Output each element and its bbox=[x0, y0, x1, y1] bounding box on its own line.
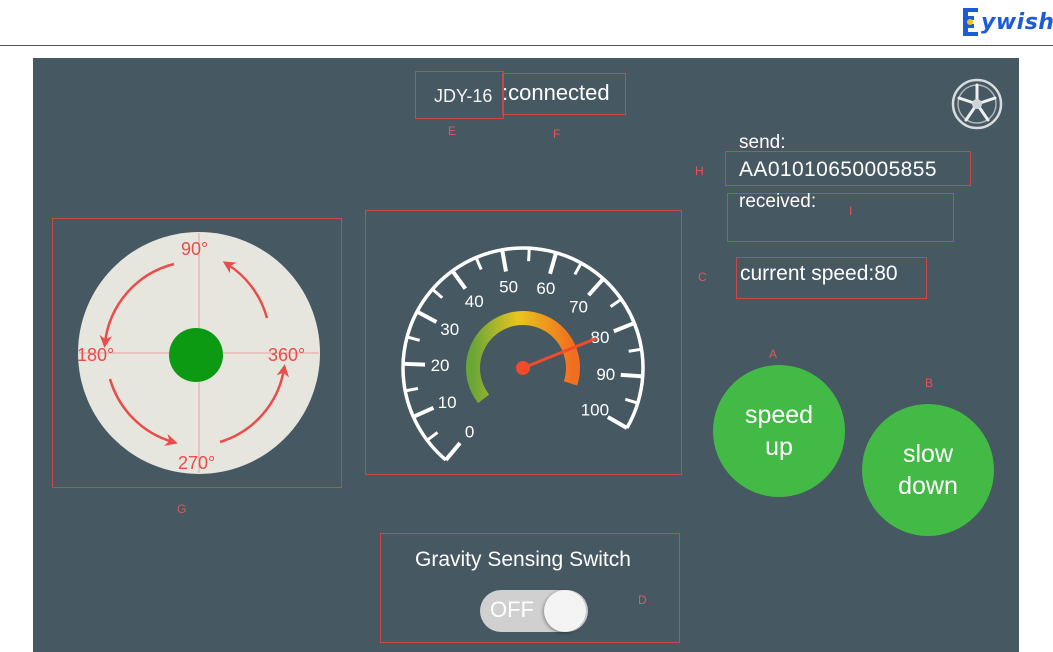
major-tick bbox=[416, 309, 438, 324]
speed-up-label-line2: up bbox=[765, 433, 793, 461]
label-360: 360° bbox=[268, 345, 305, 365]
minor-tick bbox=[404, 386, 419, 393]
speed-tick-label: 40 bbox=[465, 292, 484, 311]
speed-outer-arc bbox=[401, 246, 645, 462]
marker-f: F bbox=[553, 127, 561, 141]
speed-tick-label: 50 bbox=[499, 277, 518, 296]
label-90: 90° bbox=[181, 239, 208, 259]
speed-tick-label: 100 bbox=[581, 401, 609, 420]
connection-status: :connected bbox=[502, 80, 610, 105]
received-label: received: bbox=[739, 191, 817, 212]
speed-tick-labels: 0 10 20 30 40 50 60 7080 90 100 bbox=[431, 277, 616, 441]
major-tick bbox=[620, 372, 643, 379]
label-270: 270° bbox=[178, 453, 215, 473]
speed-tick-label: 30 bbox=[440, 320, 459, 339]
speed-tick-label: 20 bbox=[431, 356, 450, 375]
major-tick bbox=[613, 321, 636, 334]
speed-up-button[interactable]: speed up bbox=[713, 365, 845, 497]
marker-a: A bbox=[769, 347, 778, 361]
logo-text: ywish bbox=[981, 9, 1053, 35]
major-tick bbox=[450, 269, 468, 290]
direction-pad[interactable]: 90° 180° 360° 270° bbox=[77, 231, 321, 475]
minor-tick bbox=[527, 248, 531, 262]
speed-color-arc bbox=[466, 311, 580, 404]
major-tick bbox=[412, 406, 435, 419]
slow-down-button[interactable]: slow down bbox=[862, 404, 994, 536]
app-screen: JDY-16 :connected E F send: AA0101065000… bbox=[33, 58, 1019, 652]
major-tick bbox=[403, 361, 426, 367]
label-180: 180° bbox=[77, 345, 114, 365]
gear-logo-icon bbox=[963, 8, 978, 36]
speed-tick-label: 10 bbox=[438, 393, 457, 412]
major-tick bbox=[548, 252, 558, 275]
major-tick bbox=[444, 441, 462, 462]
slow-down-label-line1: slow bbox=[902, 440, 953, 468]
wheel-icon[interactable] bbox=[951, 78, 1003, 130]
speed-tick-label: 80 bbox=[590, 328, 609, 347]
major-tick bbox=[500, 249, 508, 272]
minor-tick bbox=[474, 256, 483, 271]
brand-logo: ywish bbox=[960, 2, 1053, 42]
minor-tick bbox=[624, 397, 639, 405]
minor-tick bbox=[573, 262, 583, 276]
minor-tick bbox=[426, 431, 439, 442]
current-speed: current speed:80 bbox=[740, 262, 898, 285]
minor-tick bbox=[431, 288, 444, 299]
marker-g: G bbox=[177, 502, 187, 516]
send-value: AA01010650005855 bbox=[739, 158, 937, 181]
speed-needle-hub bbox=[516, 361, 530, 375]
marker-c: C bbox=[698, 270, 707, 284]
speedometer: 0 10 20 30 40 50 60 7080 90 100 bbox=[401, 246, 645, 462]
minor-tick bbox=[628, 347, 642, 353]
minor-tick bbox=[406, 335, 421, 342]
header-divider bbox=[0, 45, 1053, 46]
speed-tick-label: 70 bbox=[569, 297, 588, 316]
marker-i: I bbox=[849, 204, 853, 218]
speed-up-label-line1: speed bbox=[744, 401, 814, 429]
marker-h: H bbox=[695, 164, 704, 178]
minor-tick bbox=[609, 297, 623, 308]
slow-down-label-line2: down bbox=[898, 472, 958, 500]
toggle-state-label: OFF bbox=[490, 597, 534, 622]
marker-e: E bbox=[448, 124, 457, 138]
toggle-knob bbox=[544, 590, 586, 632]
marker-b: B bbox=[925, 376, 934, 390]
gravity-switch-title: Gravity Sensing Switch bbox=[415, 548, 631, 571]
speed-tick-label: 60 bbox=[536, 279, 555, 298]
marker-d: D bbox=[638, 593, 647, 607]
speed-tick-label: 0 bbox=[465, 423, 474, 442]
major-tick bbox=[587, 277, 605, 297]
major-tick bbox=[606, 415, 628, 430]
speed-tick-label: 90 bbox=[596, 365, 615, 384]
device-name: JDY-16 bbox=[434, 86, 493, 106]
gravity-switch-toggle[interactable]: OFF bbox=[480, 590, 588, 632]
direction-knob[interactable] bbox=[169, 328, 223, 382]
